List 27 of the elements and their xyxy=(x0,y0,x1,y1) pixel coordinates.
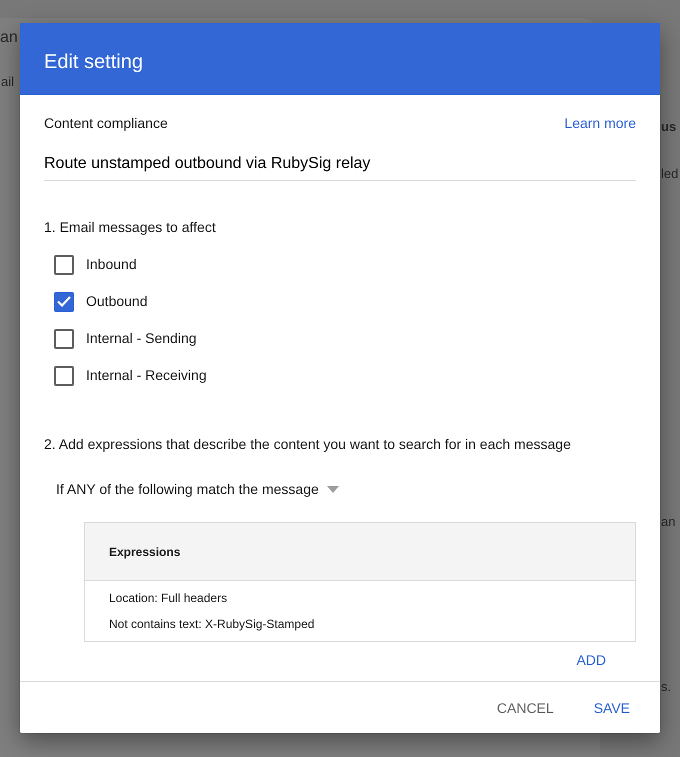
expression-line: Location: Full headers xyxy=(108,590,228,607)
background-text: an xyxy=(0,28,18,48)
save-button[interactable]: SAVE xyxy=(578,694,646,721)
background-text: an xyxy=(661,513,676,531)
section-heading: 2. Add expressions that describe the content you want to search for in each message xyxy=(44,435,572,454)
dropdown-caret-icon xyxy=(326,486,339,493)
checkbox[interactable] xyxy=(54,292,74,312)
learn-more-link[interactable]: Learn more xyxy=(564,113,636,134)
match-dropdown[interactable]: If ANY of the following match the message xyxy=(56,479,319,500)
background-text: s. xyxy=(661,678,672,696)
column-header: Expressions xyxy=(85,523,635,581)
checkbox[interactable] xyxy=(54,254,74,274)
checkbox-label: Internal - Sending xyxy=(86,329,197,348)
setting-type-label: Content compliance xyxy=(44,114,168,133)
checkbox-label: Outbound xyxy=(86,292,148,311)
add-button[interactable]: ADD xyxy=(576,650,606,671)
expression-line: Not contains text: X-RubySig-Stamped xyxy=(108,616,316,633)
checkbox-label: Inbound xyxy=(86,255,137,274)
cancel-button[interactable]: CANCEL xyxy=(480,694,570,721)
background-text: us xyxy=(661,118,676,136)
checkbox[interactable] xyxy=(54,328,74,348)
background-text: ail xyxy=(1,73,14,91)
dialog-title: Edit setting xyxy=(20,23,660,95)
checkbox[interactable] xyxy=(54,366,74,386)
background-text: led xyxy=(661,165,678,183)
checkbox-label: Internal - Receiving xyxy=(86,366,207,385)
section-heading: 1. Email messages to affect xyxy=(44,218,217,237)
